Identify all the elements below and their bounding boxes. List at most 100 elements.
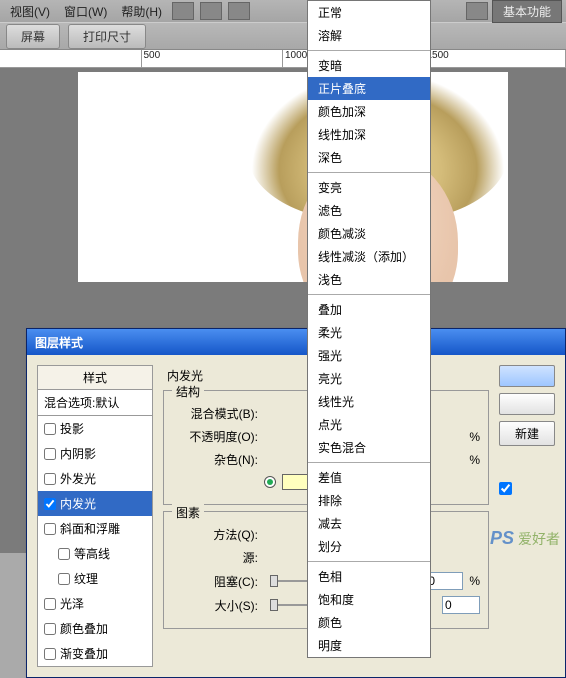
app-menubar: 视图(V) 窗口(W) 帮助(H) 基本功能	[0, 0, 566, 22]
blend-mode-option[interactable]: 色相	[308, 565, 430, 588]
size-input[interactable]	[442, 596, 480, 614]
style-item-label: 投影	[60, 420, 84, 437]
blend-mode-option[interactable]: 滤色	[308, 199, 430, 222]
blend-mode-option[interactable]: 深色	[308, 146, 430, 169]
document-canvas[interactable]	[78, 72, 508, 282]
basic-functions-button[interactable]: 基本功能	[492, 0, 562, 23]
style-item[interactable]: 纹理	[38, 566, 152, 591]
blend-mode-option[interactable]: 饱和度	[308, 588, 430, 611]
style-item-label: 纹理	[74, 570, 98, 587]
style-item-label: 等高线	[74, 545, 110, 562]
style-checkbox[interactable]	[44, 523, 56, 535]
blend-mode-option[interactable]: 浅色	[308, 268, 430, 291]
style-item[interactable]: 外发光	[38, 466, 152, 491]
style-checkbox[interactable]	[58, 573, 70, 585]
style-item-label: 内发光	[60, 495, 96, 512]
style-item[interactable]: 渐变叠加	[38, 641, 152, 666]
opacity-label: 不透明度(O):	[172, 428, 258, 445]
blend-mode-label: 混合模式(B):	[172, 405, 258, 422]
percent-symbol: %	[469, 430, 480, 444]
preview-checkbox[interactable]	[499, 482, 555, 495]
br-icon[interactable]	[172, 2, 194, 20]
grid-icon[interactable]	[228, 2, 250, 20]
blend-mode-option[interactable]: 差值	[308, 466, 430, 489]
dialog-buttons: 新建	[499, 365, 555, 667]
choke-input[interactable]	[425, 572, 463, 590]
method-label: 方法(Q):	[172, 526, 258, 543]
screen-button[interactable]: 屏幕	[6, 24, 60, 49]
style-checkbox[interactable]	[44, 623, 56, 635]
blend-mode-option[interactable]: 实色混合	[308, 436, 430, 459]
print-size-button[interactable]: 打印尺寸	[68, 24, 146, 49]
style-item-label: 内阴影	[60, 445, 96, 462]
cancel-button[interactable]	[499, 393, 555, 415]
blend-mode-option[interactable]: 柔光	[308, 321, 430, 344]
blend-mode-option[interactable]: 线性光	[308, 390, 430, 413]
blend-mode-option[interactable]: 叠加	[308, 298, 430, 321]
menu-window[interactable]: 窗口(W)	[58, 1, 113, 22]
style-item-label: 渐变叠加	[60, 645, 108, 662]
dropdown-separator	[308, 172, 430, 173]
style-item[interactable]: 内阴影	[38, 441, 152, 466]
watermark: PS 爱好者	[490, 528, 560, 549]
styles-header[interactable]: 样式	[37, 365, 153, 390]
style-checkbox[interactable]	[44, 423, 56, 435]
noise-label: 杂色(N):	[172, 451, 258, 468]
blend-mode-option[interactable]: 亮光	[308, 367, 430, 390]
style-checkbox[interactable]	[44, 598, 56, 610]
dropdown-separator	[308, 462, 430, 463]
blend-mode-option[interactable]: 明度	[308, 634, 430, 657]
blend-options-default[interactable]: 混合选项:默认	[38, 390, 152, 416]
menu-view[interactable]: 视图(V)	[4, 1, 56, 22]
blend-mode-dropdown[interactable]: 正常溶解变暗正片叠底颜色加深线性加深深色变亮滤色颜色减淡线性减淡（添加）浅色叠加…	[307, 0, 431, 658]
style-checkbox[interactable]	[44, 498, 56, 510]
style-item[interactable]: 等高线	[38, 541, 152, 566]
blend-mode-option[interactable]: 划分	[308, 535, 430, 558]
styles-list-panel: 样式 混合选项:默认 投影内阴影外发光内发光斜面和浮雕等高线纹理光泽颜色叠加渐变…	[37, 365, 153, 667]
blend-mode-option[interactable]: 正常	[308, 1, 430, 24]
blend-mode-option[interactable]: 减去	[308, 512, 430, 535]
style-item[interactable]: 光泽	[38, 591, 152, 616]
new-style-button[interactable]: 新建	[499, 421, 555, 446]
blend-mode-option[interactable]: 排除	[308, 489, 430, 512]
style-checkbox[interactable]	[44, 648, 56, 660]
choke-label: 阻塞(C):	[172, 573, 258, 590]
style-item-label: 光泽	[60, 595, 84, 612]
percent-symbol: %	[469, 453, 480, 467]
blend-mode-option[interactable]: 变暗	[308, 54, 430, 77]
group-structure-label: 结构	[172, 383, 204, 400]
style-item[interactable]: 内发光	[38, 491, 152, 516]
dropdown-separator	[308, 294, 430, 295]
dropdown-separator	[308, 50, 430, 51]
blend-mode-option[interactable]: 颜色减淡	[308, 222, 430, 245]
menu-help[interactable]: 帮助(H)	[115, 1, 168, 22]
blend-mode-option[interactable]: 溶解	[308, 24, 430, 47]
style-item[interactable]: 颜色叠加	[38, 616, 152, 641]
source-label: 源:	[172, 549, 258, 566]
style-item-label: 外发光	[60, 470, 96, 487]
ruler-mark	[0, 50, 142, 67]
color-radio[interactable]	[264, 476, 276, 488]
style-item[interactable]: 斜面和浮雕	[38, 516, 152, 541]
mb-icon[interactable]	[200, 2, 222, 20]
style-item[interactable]: 投影	[38, 416, 152, 441]
style-checkbox[interactable]	[44, 448, 56, 460]
blend-mode-option[interactable]: 变亮	[308, 176, 430, 199]
blend-mode-option[interactable]: 颜色加深	[308, 100, 430, 123]
blend-mode-option[interactable]: 强光	[308, 344, 430, 367]
canvas-area: 图层样式 样式 混合选项:默认 投影内阴影外发光内发光斜面和浮雕等高线纹理光泽颜…	[0, 68, 566, 553]
percent-symbol: %	[469, 574, 480, 588]
options-bar: 屏幕 打印尺寸	[0, 22, 566, 50]
blend-mode-option[interactable]: 颜色	[308, 611, 430, 634]
dialog-titlebar[interactable]: 图层样式	[27, 329, 565, 355]
style-item-label: 颜色叠加	[60, 620, 108, 637]
blend-mode-option[interactable]: 线性减淡（添加）	[308, 245, 430, 268]
horizontal-ruler: 500 1000 1500	[0, 50, 566, 68]
blend-mode-option[interactable]: 线性加深	[308, 123, 430, 146]
ok-button[interactable]	[499, 365, 555, 387]
style-checkbox[interactable]	[58, 548, 70, 560]
style-checkbox[interactable]	[44, 473, 56, 485]
blend-mode-option[interactable]: 点光	[308, 413, 430, 436]
blend-mode-option[interactable]: 正片叠底	[308, 77, 430, 100]
view-mode-icon[interactable]	[466, 2, 488, 20]
